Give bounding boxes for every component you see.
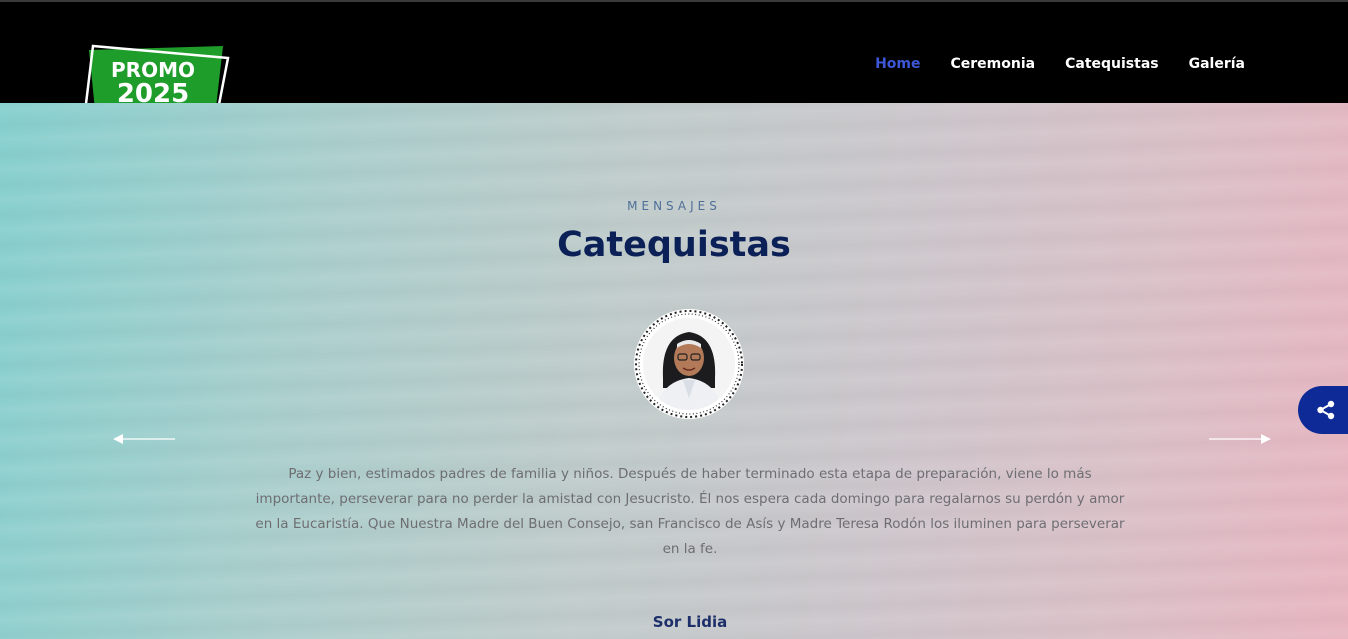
catechist-photo: [634, 309, 744, 419]
nav-item-galeria[interactable]: Galería: [1174, 54, 1260, 74]
testimonial-message: Paz y bien, estimados padres de familia …: [255, 466, 1125, 557]
site-header: PROMO 2025 Home Ceremonia Catequistas Ga…: [0, 2, 1348, 122]
avatar: [633, 308, 745, 420]
nav-item-home[interactable]: Home: [860, 54, 935, 74]
nav-item-catequistas[interactable]: Catequistas: [1050, 54, 1174, 74]
next-arrow-icon[interactable]: [1209, 433, 1271, 445]
share-button[interactable]: [1298, 386, 1348, 434]
nav-item-ceremonia[interactable]: Ceremonia: [936, 54, 1051, 74]
testimonial-author: Sor Lidia: [652, 613, 728, 631]
section-title: Catequistas: [557, 225, 791, 265]
testimonial-section: MENSAJES Catequistas Paz y bien, estimad…: [0, 103, 1348, 639]
prev-arrow-icon[interactable]: [113, 433, 175, 445]
main-nav: Home Ceremonia Catequistas Galería: [860, 54, 1260, 74]
section-eyebrow: MENSAJES: [627, 199, 721, 213]
share-icon: [1317, 400, 1335, 420]
